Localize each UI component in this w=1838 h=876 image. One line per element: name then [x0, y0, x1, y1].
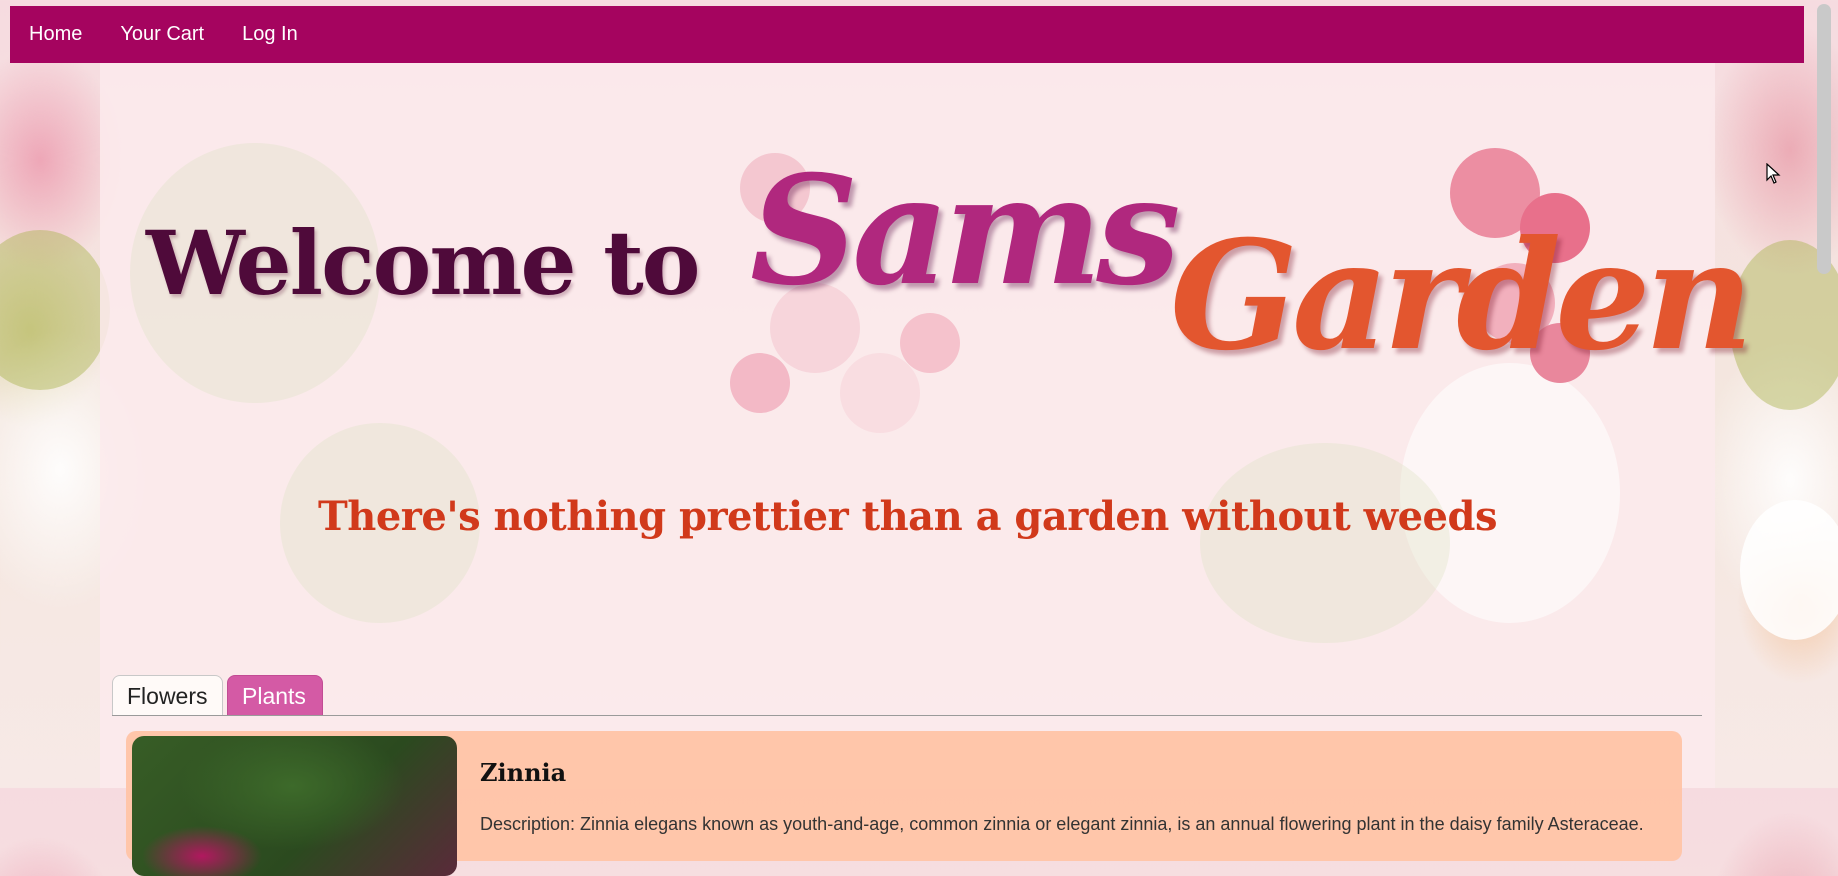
scrollbar-thumb[interactable] [1817, 4, 1831, 274]
product-title: Zinnia [480, 758, 567, 787]
tab-plants[interactable]: Plants [227, 675, 323, 715]
nav-home-link[interactable]: Home [10, 23, 101, 46]
product-card: Zinnia Description: Zinnia elegans known… [126, 731, 1682, 876]
leaf-decor [1200, 443, 1450, 643]
category-tabs: Flowers Plants [112, 675, 1702, 716]
welcome-text: Welcome to [146, 211, 700, 315]
tagline: There's nothing prettier than a garden w… [318, 493, 1497, 540]
logo-sams-text: Sams [750, 143, 1181, 319]
nav-login-link[interactable]: Log In [223, 23, 317, 46]
tab-flowers[interactable]: Flowers [112, 675, 223, 715]
mouse-cursor-icon [1766, 163, 1781, 184]
top-navbar: Home Your Cart Log In [10, 6, 1804, 63]
main-content: Welcome to Sams Garden There's nothing p… [100, 63, 1754, 876]
nav-cart-link[interactable]: Your Cart [101, 23, 223, 46]
zinnia-photo-image [132, 736, 457, 876]
logo-garden-text: Garden [1170, 208, 1754, 384]
product-description: Description: Zinnia elegans known as you… [480, 814, 1644, 834]
welcome-banner: Welcome to Sams Garden [100, 63, 1754, 463]
